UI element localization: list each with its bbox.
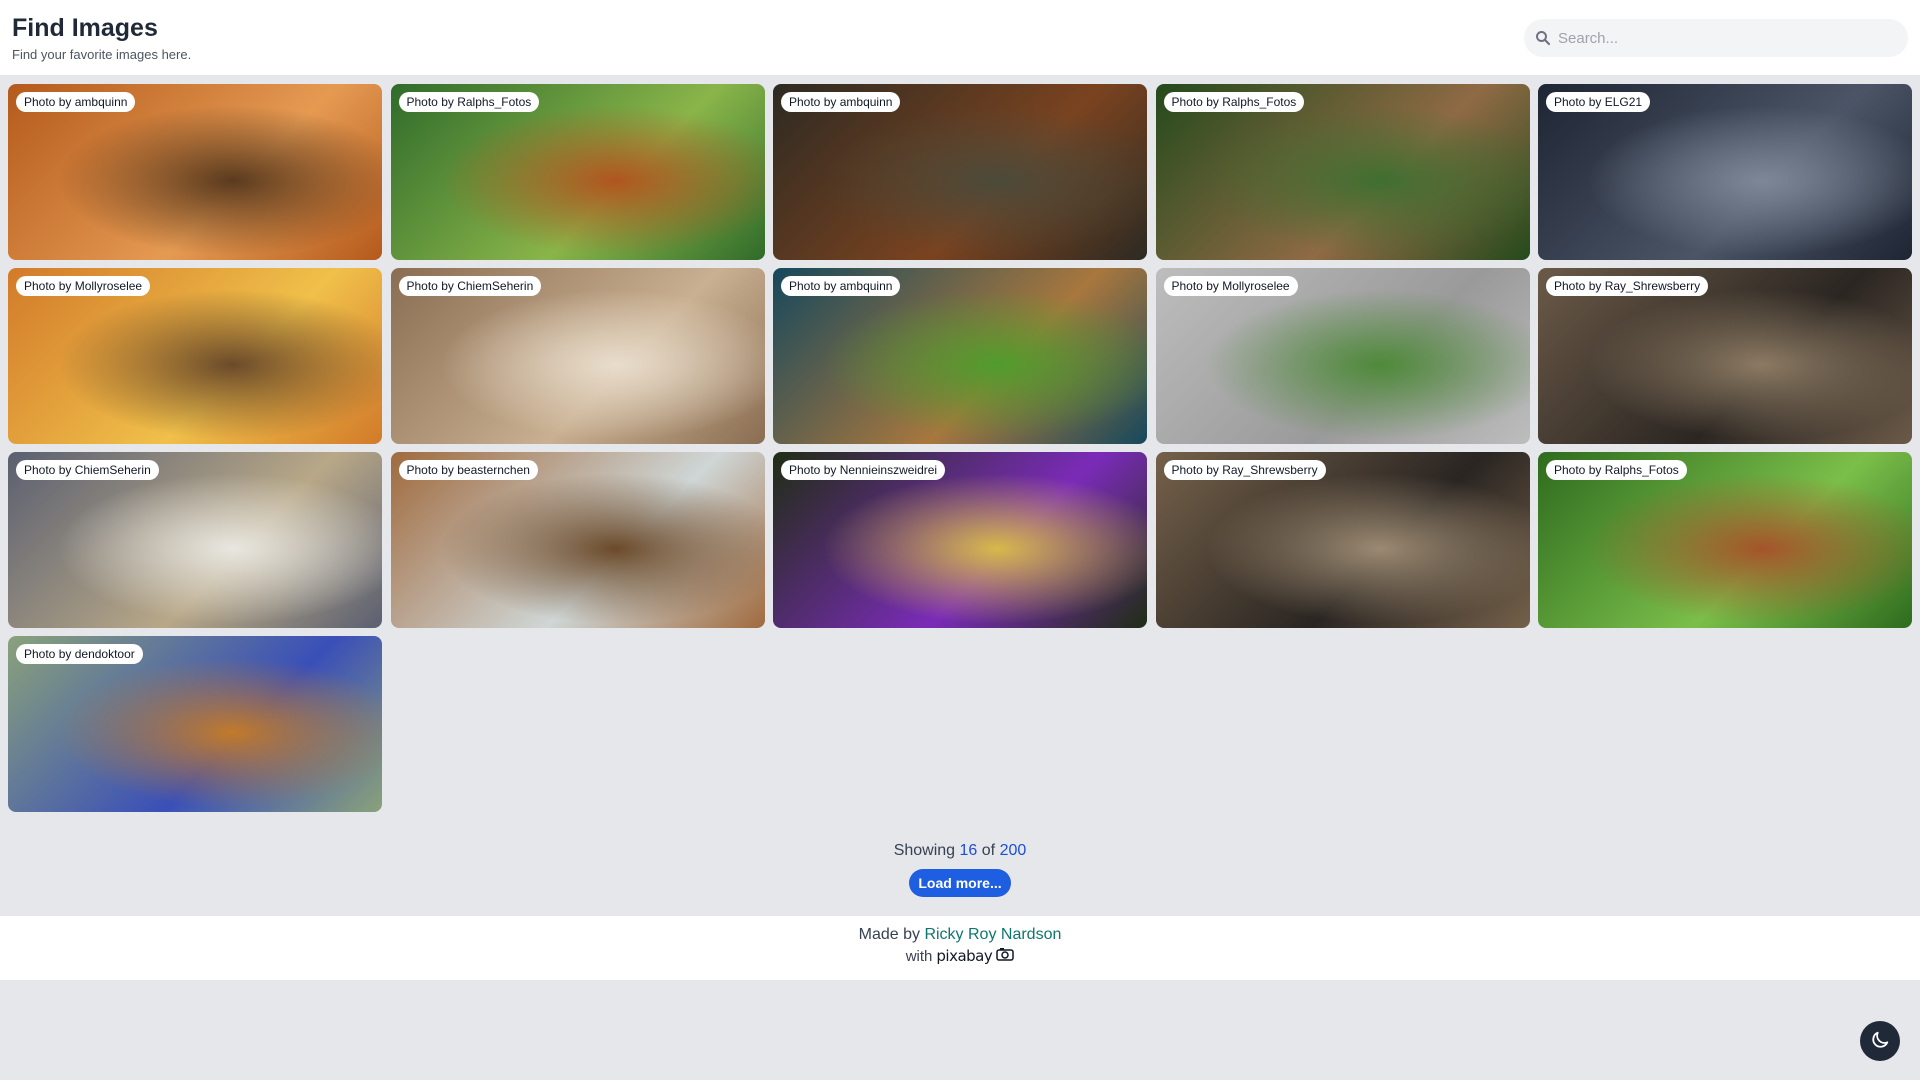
photo-by-label: Photo by bbox=[24, 279, 72, 293]
photo-by-label: Photo by bbox=[1171, 463, 1219, 477]
search-box[interactable] bbox=[1524, 19, 1908, 57]
moon-icon bbox=[1869, 1029, 1891, 1054]
photographer-name: Mollyroselee bbox=[1222, 279, 1290, 293]
photo-by-label: Photo by bbox=[24, 647, 72, 661]
made-by-label: Made by bbox=[858, 926, 920, 943]
photographer-badge: Photo by Nennieinszweidrei bbox=[781, 460, 946, 480]
photographer-badge: Photo by Ralphs_Fotos bbox=[398, 92, 540, 112]
photographer-badge: Photo by dendoktoor bbox=[16, 644, 143, 664]
photo-by-label: Photo by bbox=[1171, 279, 1219, 293]
photographer-badge: Photo by Ralphs_Fotos bbox=[1546, 460, 1687, 480]
photographer-badge: Photo by Ray_Shrewsberry bbox=[1546, 276, 1709, 296]
made-by-line: Made by Ricky Roy Nardson bbox=[0, 926, 1920, 944]
with-line: with pixabay bbox=[0, 947, 1920, 965]
photographer-name: ambquinn bbox=[839, 95, 893, 109]
photographer-name: Ray_Shrewsberry bbox=[1604, 279, 1701, 293]
image-card[interactable]: Photo by ChiemSeherin bbox=[8, 452, 382, 628]
image-card[interactable]: Photo by Nennieinszweidrei bbox=[773, 452, 1147, 628]
of-label: of bbox=[981, 842, 996, 859]
image-grid: Photo by ambquinn Photo by Ralphs_Fotos Ph… bbox=[8, 84, 1912, 812]
load-more-button[interactable]: Load more... bbox=[909, 869, 1011, 897]
page-subtitle: Find your favorite images here. bbox=[12, 47, 192, 62]
image-card[interactable]: Photo by beasternchen bbox=[390, 452, 765, 628]
photographer-name: dendoktoor bbox=[74, 647, 135, 661]
image-card[interactable]: Photo by Mollyroselee bbox=[8, 268, 382, 444]
photo-by-label: Photo by bbox=[1171, 95, 1219, 109]
photographer-badge: Photo by ambquinn bbox=[781, 92, 901, 112]
photographer-name: ChiemSeherin bbox=[457, 279, 534, 293]
photographer-name: Ralphs_Fotos bbox=[1222, 95, 1297, 109]
page-title: Find Images bbox=[12, 14, 158, 42]
photographer-name: ambquinn bbox=[74, 95, 128, 109]
photo-by-label: Photo by bbox=[406, 463, 454, 477]
photographer-badge: Photo by Ray_Shrewsberry bbox=[1163, 460, 1326, 480]
photo-by-label: Photo by bbox=[24, 463, 72, 477]
showing-label: Showing bbox=[893, 842, 956, 859]
photographer-name: Ralphs_Fotos bbox=[1604, 463, 1679, 477]
search-icon bbox=[1534, 29, 1552, 47]
photographer-name: Ralphs_Fotos bbox=[457, 95, 532, 109]
photographer-badge: Photo by ELG21 bbox=[1546, 92, 1651, 112]
photo-by-label: Photo by bbox=[789, 95, 837, 109]
photographer-badge: Photo by beasternchen bbox=[398, 460, 538, 480]
photographer-name: ambquinn bbox=[839, 279, 893, 293]
image-card[interactable]: Photo by ChiemSeherin bbox=[390, 268, 765, 444]
photographer-badge: Photo by ChiemSeherin bbox=[398, 276, 542, 296]
shown-count: 16 bbox=[959, 842, 978, 859]
photo-by-label: Photo by bbox=[1554, 279, 1602, 293]
camera-icon bbox=[996, 947, 1015, 965]
image-card[interactable]: Photo by ELG21 bbox=[1538, 84, 1912, 260]
image-card[interactable]: Photo by ambquinn bbox=[8, 84, 382, 260]
image-card[interactable]: Photo by ambquinn bbox=[773, 84, 1147, 260]
photo-by-label: Photo by bbox=[1554, 463, 1602, 477]
photographer-badge: Photo by Mollyroselee bbox=[16, 276, 151, 296]
photographer-name: Mollyroselee bbox=[74, 279, 143, 293]
photographer-name: Ray_Shrewsberry bbox=[1222, 463, 1318, 477]
photo-by-label: Photo by bbox=[789, 279, 837, 293]
photo-by-label: Photo by bbox=[406, 279, 454, 293]
with-label: with bbox=[905, 947, 933, 965]
photo-by-label: Photo by bbox=[1554, 95, 1602, 109]
photographer-badge: Photo by ambquinn bbox=[16, 92, 136, 112]
photo-by-label: Photo by bbox=[406, 95, 454, 109]
pagination-info: Showing 16 of 200 bbox=[0, 842, 1920, 860]
photo-by-label: Photo by bbox=[24, 95, 72, 109]
total-count: 200 bbox=[999, 842, 1027, 859]
photographer-name: Nennieinszweidrei bbox=[839, 463, 938, 477]
image-card[interactable]: Photo by Ralphs_Fotos bbox=[1538, 452, 1912, 628]
photo-by-label: Photo by bbox=[789, 463, 837, 477]
image-card[interactable]: Photo by dendoktoor bbox=[8, 636, 382, 812]
image-card[interactable]: Photo by ambquinn bbox=[773, 268, 1147, 444]
image-card[interactable]: Photo by Ralphs_Fotos bbox=[390, 84, 765, 260]
photographer-name: ELG21 bbox=[1604, 95, 1643, 109]
image-card[interactable]: Photo by Ralphs_Fotos bbox=[1155, 84, 1530, 260]
image-card[interactable]: Photo by Ray_Shrewsberry bbox=[1538, 268, 1912, 444]
credits-footer: Made by Ricky Roy Nardson with pixabay bbox=[0, 916, 1920, 980]
image-card[interactable]: Photo by Ray_Shrewsberry bbox=[1155, 452, 1530, 628]
dark-mode-toggle[interactable] bbox=[1860, 1021, 1900, 1061]
pixabay-logo[interactable]: pixabay bbox=[936, 947, 992, 965]
photographer-badge: Photo by Mollyroselee bbox=[1163, 276, 1298, 296]
author-link[interactable]: Ricky Roy Nardson bbox=[924, 926, 1061, 943]
image-card[interactable]: Photo by Mollyroselee bbox=[1155, 268, 1530, 444]
header: Find Images Find your favorite images he… bbox=[0, 0, 1920, 75]
photographer-name: ChiemSeherin bbox=[74, 463, 151, 477]
photographer-name: beasternchen bbox=[457, 463, 530, 477]
search-input[interactable] bbox=[1558, 29, 1898, 47]
photographer-badge: Photo by ChiemSeherin bbox=[16, 460, 159, 480]
photographer-badge: Photo by ambquinn bbox=[781, 276, 901, 296]
photographer-badge: Photo by Ralphs_Fotos bbox=[1163, 92, 1305, 112]
